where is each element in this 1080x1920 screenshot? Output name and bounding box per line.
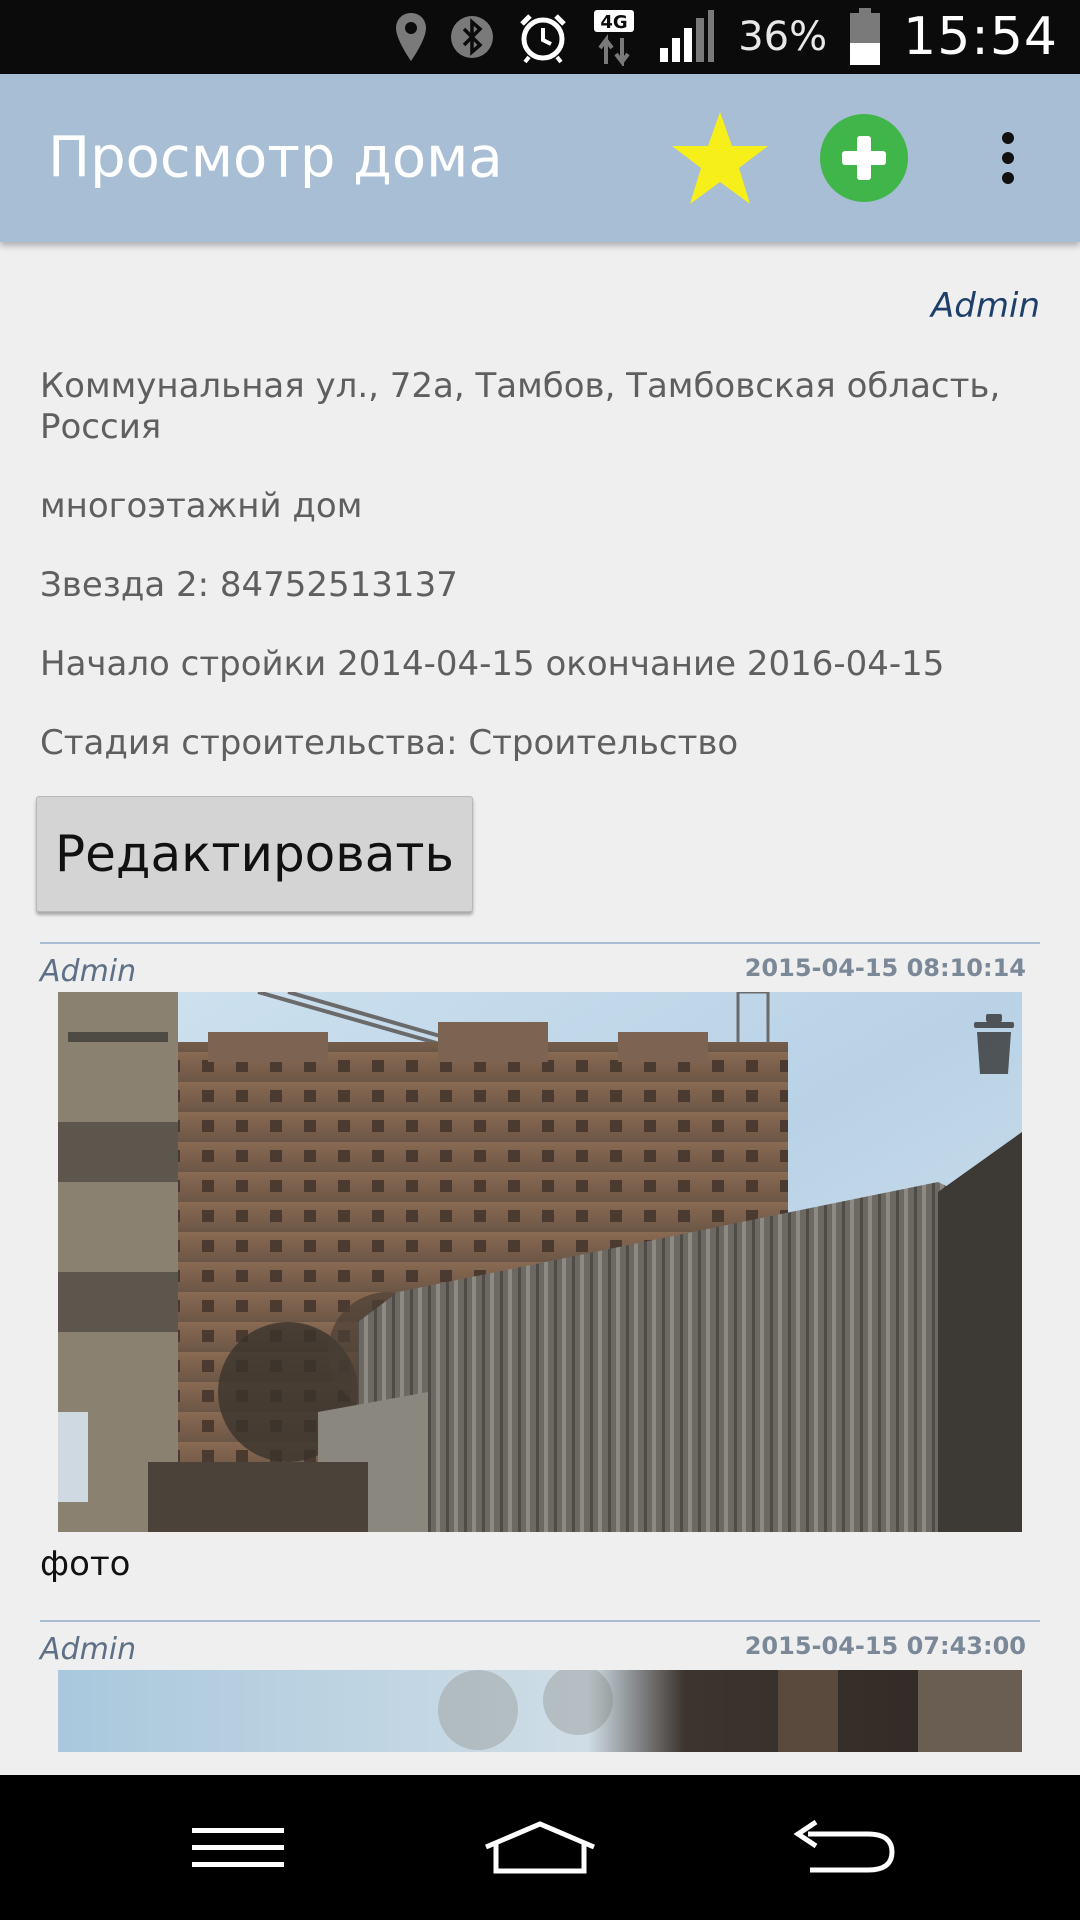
post-author[interactable]: Admin <box>40 1632 136 1667</box>
edit-button[interactable]: Редактировать <box>36 796 473 912</box>
bluetooth-icon <box>450 11 494 63</box>
construction-site-photo-2[interactable] <box>58 1670 1022 1752</box>
house-type-text: многоэтажнй дом <box>40 486 363 526</box>
network-4g-icon: 4G <box>592 8 636 66</box>
battery-icon <box>849 8 881 66</box>
battery-percent: 36% <box>738 14 828 60</box>
delete-photo-button[interactable] <box>962 1012 1022 1082</box>
recent-apps-button[interactable] <box>188 1818 288 1878</box>
menu-icon <box>192 1827 284 1867</box>
plus-icon <box>842 136 886 180</box>
back-icon <box>793 1819 895 1872</box>
post-timestamp: 2015-04-15 07:43:00 <box>744 1632 1026 1660</box>
photo-post: Admin 2015-04-15 07:43:00 <box>40 1620 1040 1775</box>
home-icon <box>485 1820 595 1873</box>
post-caption: фото <box>40 1544 131 1584</box>
post-author[interactable]: Admin <box>40 954 136 989</box>
clock: 15:54 <box>903 7 1058 67</box>
star-phone-text: Звезда 2: 84752513137 <box>40 565 458 605</box>
post-timestamp: 2015-04-15 08:10:14 <box>744 954 1026 982</box>
overflow-menu-button[interactable] <box>986 108 1030 208</box>
home-button[interactable] <box>482 1818 598 1878</box>
construction-site-photo[interactable] <box>58 992 1022 1532</box>
signal-icon <box>658 10 716 64</box>
house-details: Admin Коммунальная ул., 72а, Тамбов, Там… <box>0 242 1080 1775</box>
network-label: 4G <box>601 12 628 33</box>
location-icon <box>394 11 428 63</box>
address-text: Коммунальная ул., 72а, Тамбов, Тамбовска… <box>40 366 1001 447</box>
construction-dates-text: Начало стройки 2014-04-15 окончание 2016… <box>40 644 945 684</box>
page-title: Просмотр дома <box>48 125 503 191</box>
construction-stage-text: Стадия строительства: Строительство <box>40 723 739 763</box>
action-bar: Просмотр дома <box>0 74 1080 242</box>
owner-link[interactable]: Admin <box>931 286 1040 326</box>
favorite-button[interactable] <box>670 108 770 208</box>
star-icon <box>672 112 768 204</box>
status-bar: 4G 36% 15:54 <box>0 0 1080 74</box>
add-button[interactable] <box>820 114 908 202</box>
more-vert-icon <box>1002 132 1014 184</box>
alarm-icon <box>516 10 570 64</box>
back-button[interactable] <box>790 1818 896 1878</box>
navigation-bar <box>0 1775 1080 1920</box>
photo-post: Admin 2015-04-15 08:10:14 фото <box>40 942 1040 1602</box>
